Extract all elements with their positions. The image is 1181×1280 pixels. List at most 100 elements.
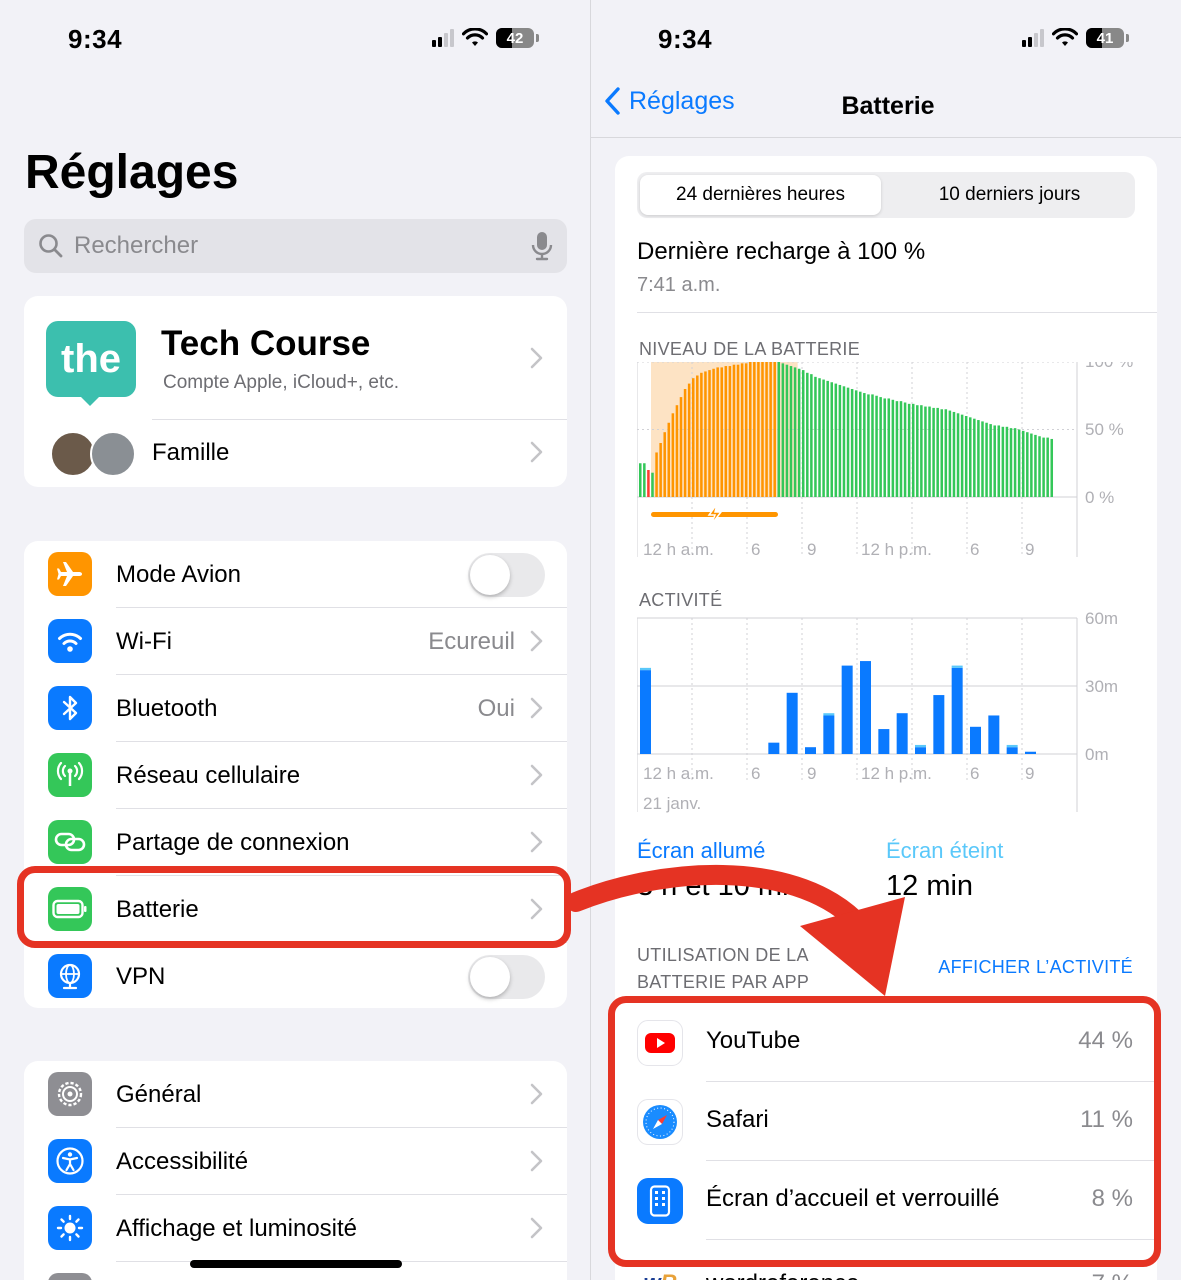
battery-bar (643, 463, 646, 497)
battery-bar (1042, 437, 1045, 497)
battery-bar (818, 378, 821, 497)
battery-bar (810, 374, 813, 497)
battery-bar (777, 362, 781, 497)
last-charge-time: 7:41 a.m. (637, 274, 721, 296)
activity-bar-screen-on (1006, 747, 1018, 754)
bluetooth-value: Oui (477, 694, 515, 722)
battery-bar (1030, 433, 1033, 497)
cellular-signal-icon (432, 29, 454, 47)
activity-bar-screen-off (951, 665, 963, 668)
app-percent: 7 % (1092, 1270, 1133, 1280)
battery-bar (887, 398, 891, 497)
battery-bar (952, 411, 956, 497)
battery-bar (879, 397, 882, 497)
screen-off-label: Écran éteint (886, 838, 1004, 863)
search-field[interactable]: Rechercher (24, 219, 567, 273)
settings-row-label: Partage de connexion (116, 828, 350, 856)
activity-bar-screen-on (896, 713, 908, 754)
battery-bar (822, 379, 825, 497)
gear-icon (48, 1072, 92, 1116)
screen-on-label: Écran allumé (637, 838, 766, 863)
battery-bar (785, 364, 789, 497)
accessibility-icon (48, 1139, 92, 1183)
account-row[interactable]: the Tech Course Compte Apple, iCloud+, e… (24, 296, 567, 418)
microphone-icon[interactable] (531, 231, 553, 261)
bluetooth-icon (48, 686, 92, 730)
status-icons: 42 (432, 28, 539, 48)
battery-bar (969, 417, 972, 497)
settings-row-bluetooth[interactable]: Bluetooth Oui (24, 675, 567, 742)
home-indicator (190, 1260, 402, 1268)
family-avatar-2 (90, 431, 136, 477)
battery-bar (720, 367, 724, 497)
show-activity-link[interactable]: AFFICHER L’ACTIVITÉ (938, 957, 1133, 978)
status-time: 9:34 (68, 24, 123, 54)
activity-bar-screen-on (823, 715, 835, 754)
battery-level-title: NIVEAU DE LA BATTERIE (639, 339, 861, 359)
screen-on-value: 3 h et 10 min (637, 870, 805, 902)
settings-row-airplane[interactable]: Mode Avion (24, 541, 567, 608)
settings-row-label: Réseau cellulaire (116, 761, 301, 789)
battery-bar (1005, 426, 1009, 497)
settings-row-vpn[interactable]: VPN (24, 943, 567, 1008)
settings-row-display[interactable]: Affichage et luminosité (24, 1195, 567, 1262)
battery-bar (826, 380, 829, 497)
app-name: wordreference (706, 1270, 859, 1280)
airplane-mode-toggle[interactable] (468, 553, 545, 597)
settings-row-accessibility[interactable]: Accessibilité (24, 1128, 567, 1195)
activity-bar-screen-on (988, 715, 1000, 754)
app-usage-highlight-box (608, 996, 1161, 1267)
battery-bar (687, 383, 691, 497)
activity-bar-screen-on (915, 747, 926, 754)
battery-bar (977, 420, 980, 497)
battery-percent: 41 (1096, 29, 1114, 47)
battery-bar (683, 389, 687, 497)
y-tick-label: 60m (1085, 612, 1118, 628)
battery-bar (903, 402, 907, 497)
y-tick-label: 30m (1085, 677, 1118, 696)
battery-bar (928, 406, 931, 497)
segment-24h[interactable]: 24 dernières heures (640, 175, 881, 215)
family-row[interactable]: Famille (24, 420, 567, 487)
search-icon (39, 234, 63, 258)
battery-bar (801, 370, 805, 497)
battery-bar (1034, 434, 1037, 497)
x-tick-label: 6 (751, 764, 760, 783)
settings-row-label: Général (116, 1080, 202, 1108)
segment-10days[interactable]: 10 derniers jours (887, 175, 1132, 215)
battery-bar (989, 424, 992, 497)
settings-row-general[interactable]: Général (24, 1061, 567, 1128)
sun-icon (48, 1206, 92, 1250)
battery-bar (920, 405, 923, 497)
activity-bar-screen-on (768, 742, 780, 754)
battery-bar (907, 403, 911, 497)
battery-bar (830, 382, 834, 497)
x-tick-label: 12 h a.m. (643, 540, 714, 559)
settings-row-cellular[interactable]: Réseau cellulaire (24, 742, 567, 809)
battery-bar (944, 409, 948, 497)
activity-bar-screen-off (915, 744, 926, 748)
vpn-toggle[interactable] (468, 955, 545, 999)
settings-row-label: Wi-Fi (116, 627, 172, 655)
settings-row-label: Affichage et luminosité (116, 1214, 358, 1242)
battery-bar (757, 362, 760, 497)
family-label: Famille (152, 439, 230, 466)
battery-bar (1009, 428, 1013, 497)
nav-title: Batterie (591, 92, 1181, 121)
battery-bar (846, 387, 850, 497)
x-tick-label: 9 (1025, 540, 1034, 559)
battery-bar (712, 368, 715, 497)
battery-bar (850, 389, 854, 497)
battery-bar (936, 407, 939, 497)
activity-bar-screen-on (878, 729, 890, 754)
settings-row-wifi[interactable]: Wi-Fi Ecureuil (24, 608, 567, 675)
activity-bar-screen-on (786, 692, 798, 754)
battery-bar (859, 391, 862, 497)
battery-bar (736, 364, 740, 497)
battery-bar (793, 367, 797, 497)
search-placeholder: Rechercher (74, 232, 199, 259)
account-card: the Tech Course Compte Apple, iCloud+, e… (24, 296, 567, 487)
antenna-icon (48, 753, 92, 797)
account-name: Tech Course (161, 324, 371, 363)
x-tick-label: 12 h p.m. (861, 540, 932, 559)
